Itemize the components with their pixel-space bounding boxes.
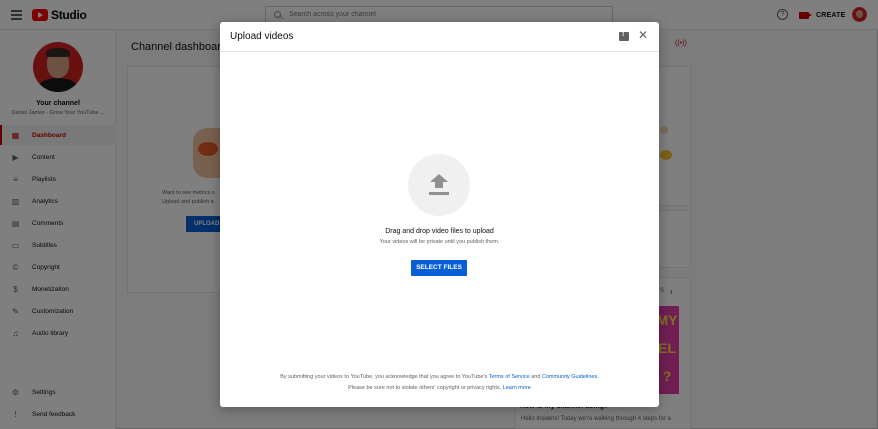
copyright-notice: Please be sure not to violate others' co… (220, 385, 659, 391)
upload-videos-dialog: Upload videos ✕ Drag and drop video file… (220, 22, 659, 407)
terms-text: and (529, 374, 542, 380)
dialog-header: Upload videos ✕ (220, 22, 659, 52)
feedback-icon[interactable] (619, 31, 629, 41)
copyright-text: Please be sure not to violate others' co… (348, 385, 503, 391)
drag-drop-subtitle: Your videos will be private until you pu… (379, 239, 500, 245)
community-guidelines-link[interactable]: Community Guidelines (542, 374, 597, 380)
dialog-title: Upload videos (230, 31, 294, 42)
drag-drop-title: Drag and drop video files to upload (385, 228, 494, 235)
close-icon[interactable]: ✕ (637, 29, 649, 41)
terms-of-service-link[interactable]: Terms of Service (489, 374, 530, 380)
terms-notice: By submitting your videos to YouTube, yo… (220, 374, 659, 380)
terms-text: By submitting your videos to YouTube, yo… (280, 374, 489, 380)
select-files-button[interactable]: SELECT FILES (411, 260, 467, 276)
upload-dropzone[interactable] (408, 154, 470, 216)
learn-more-link[interactable]: Learn more (503, 385, 531, 391)
terms-text: . (597, 374, 599, 380)
